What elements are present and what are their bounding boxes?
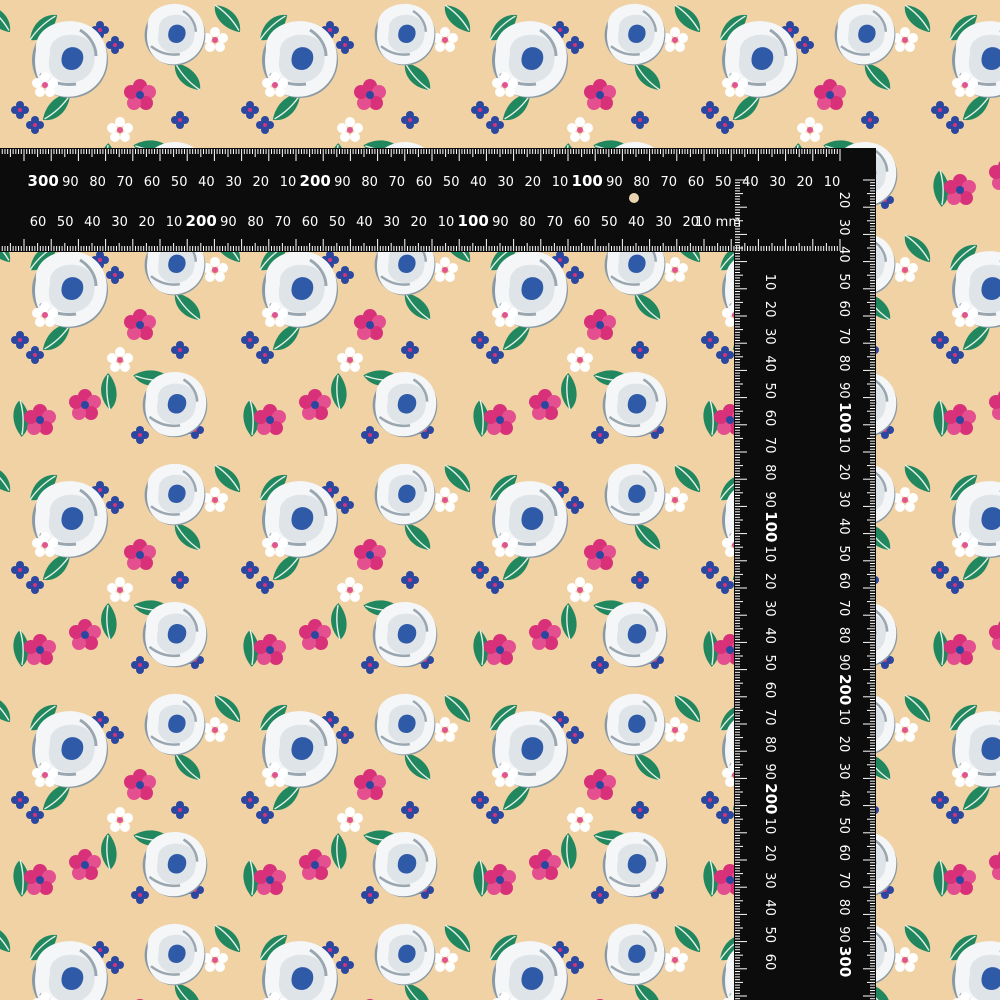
floral-fabric xyxy=(0,0,1000,1000)
